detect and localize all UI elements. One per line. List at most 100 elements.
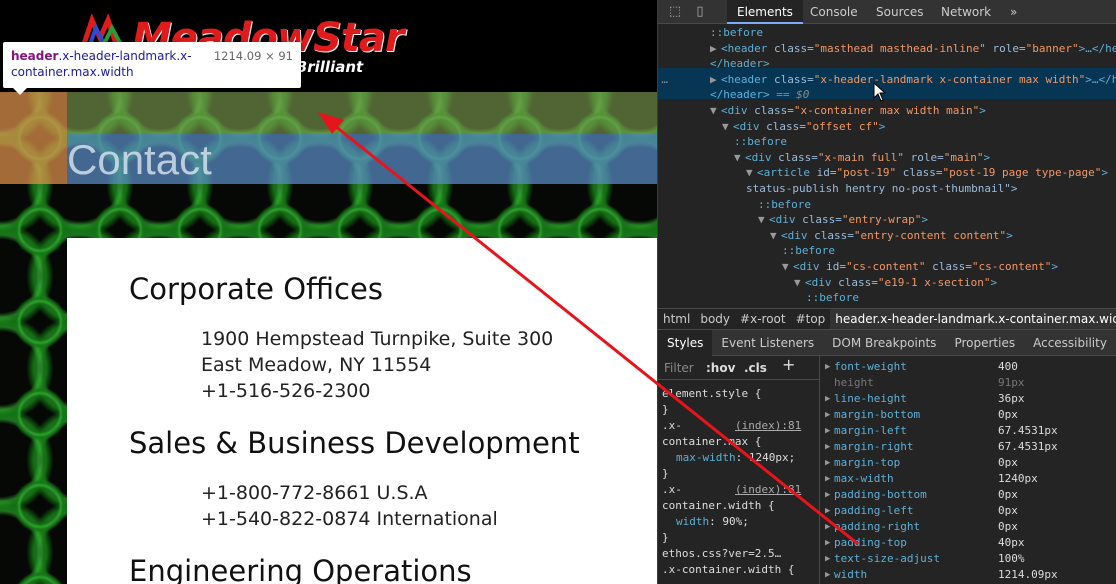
breadcrumb-item[interactable]: body [695,309,735,329]
tag-end: > [983,150,991,164]
collapse-icon[interactable]: ▼ [770,228,781,244]
expand-icon[interactable]: ▶ [825,567,830,583]
dom-node[interactable]: ▼ <div class="e19-1 x-section"> [794,275,997,291]
hov-toggle[interactable]: :hov [706,361,735,377]
style-rule-line: max-width: 1240px; [676,450,795,466]
page-title: Contact [67,136,212,183]
inspect-icon[interactable]: ⬚ [667,4,683,20]
tag-end: > [921,213,928,227]
css-value[interactable]: : 1240px; [736,451,796,464]
css-value[interactable]: : 90%; [709,515,749,528]
devtools-toolbar: ⬚ ▯ Elements Console Sources Network » [658,0,1116,24]
tab-elements[interactable]: Elements [727,0,803,24]
attribute-value: "masthead masthead-inline" [813,41,986,55]
tab-styles[interactable]: Styles [658,330,713,356]
tag-name: <div [721,104,748,117]
dom-node[interactable]: ::before [710,25,763,41]
dom-node[interactable]: </header> == $0 [710,87,809,103]
cls-toggle[interactable]: .cls [744,361,767,377]
breadcrumb-item[interactable]: #x-root [735,309,791,329]
expand-icon[interactable]: ▶ [825,487,830,503]
dom-node[interactable]: ::before [734,134,787,150]
dom-node[interactable]: status-publish hentry no-post-thumbnail"… [746,181,1018,197]
tab-event-listeners[interactable]: Event Listeners [712,330,823,356]
breadcrumb-item[interactable]: #top [791,309,831,329]
attribute-value: "offset cf" [805,119,879,133]
dom-node[interactable]: </header> [710,56,770,72]
style-rule-line: } [662,530,669,546]
phone-link[interactable]: +1-540-822-0874 International [201,506,498,532]
address-line: 1900 Hempstead Turnpike, Suite 300 [201,328,554,350]
attribute-name: role= [985,41,1026,55]
expand-icon[interactable]: ▶ [825,423,830,439]
computed-value: 100% [998,552,1025,565]
source-link[interactable]: (index):81 [735,482,801,498]
tab-accessibility[interactable]: Accessibility [1024,330,1116,356]
breadcrumb-item[interactable]: html [658,309,695,329]
style-rule-line: container.width { [662,498,775,514]
phone-link[interactable]: +1-516-526-2300 [201,378,370,404]
dom-node[interactable]: ▼ <div class="entry-content content"> [770,228,1013,244]
expand-icon[interactable]: ▶ [825,407,830,423]
expand-icon[interactable]: ▶ [825,359,830,375]
tag-end: >… [1085,72,1099,86]
tab-properties[interactable]: Properties [945,330,1024,356]
collapse-icon[interactable]: ▼ [722,119,733,135]
collapse-icon[interactable]: ▼ [746,165,757,181]
computed-name: margin-bottom [834,408,921,421]
dom-node[interactable]: ::before [806,290,859,306]
tag-end: > [878,119,886,133]
expand-icon[interactable]: ▶ [825,439,830,455]
collapse-icon[interactable]: ▼ [734,150,745,166]
css-property[interactable]: width [676,515,709,528]
breadcrumb-item[interactable]: header.x-header-landmark.x-container.max… [830,309,1116,329]
expand-icon[interactable]: ▶ [825,519,830,535]
tab-console[interactable]: Console [800,0,868,24]
tab-sources[interactable]: Sources [866,0,933,24]
attribute-value: "main" [943,150,984,164]
expand-icon[interactable]: ▶ [825,551,830,567]
computed-value: 67.4531px [998,424,1058,437]
address-line: East Meadow, NY 11554 [201,354,432,376]
css-selector: .x-container.width { [662,563,795,576]
expand-icon[interactable]: ▶ [825,455,830,471]
dom-node[interactable]: ::before [758,197,811,213]
attribute-value: "entry-content content" [853,228,1007,242]
source-link[interactable]: (index):81 [735,418,801,434]
add-rule-button[interactable]: + [782,357,795,373]
collapse-icon[interactable]: ▼ [794,275,805,291]
dom-node[interactable]: ▼ <article id="post-19" class="post-19 pa… [746,165,1108,181]
expand-icon[interactable]: ▶ [825,503,830,519]
more-icon[interactable]: … [662,72,669,88]
expand-icon[interactable]: ▶ [825,471,830,487]
device-toggle-icon[interactable]: ▯ [692,4,708,20]
dom-node[interactable]: ▼ <div id="cs-content" class="cs-content"… [782,259,1058,275]
closing-tag: </header> [1098,72,1116,86]
computed-pane: ▶ font-weight 400 height 91px ▶ line-height 36p… [821,356,1116,584]
dom-node[interactable]: ::before [782,243,835,259]
attribute-name: class= [771,150,818,164]
style-rule-line: .x-container.width { [662,562,794,578]
dom-node[interactable]: ▼ <div class="entry-wrap"> [758,212,928,228]
computed-value: 67.4531px [998,440,1058,453]
expand-icon[interactable]: ▶ [710,72,721,88]
tab-network[interactable]: Network [931,0,1001,24]
dom-node[interactable]: … ▶ <header class="x-header-landmark x-con… [662,72,1116,88]
pseudo-element: ::before [758,197,811,211]
expand-icon[interactable]: ▶ [825,391,830,407]
dom-node[interactable]: ▼ <div class="offset cf"> [722,119,885,135]
css-property[interactable]: max-width [676,451,736,464]
dom-node[interactable]: ▼ <div class="x-container max width main"… [710,103,986,119]
padding-highlight [67,92,657,134]
dom-node[interactable]: ▶ <header class="masthead masthead-inline… [710,41,1116,57]
phone-link[interactable]: +1-800-772-8661 U.S.A [201,480,428,506]
dom-node[interactable]: ▼ <div class="x-main full" role="main"> [734,150,990,166]
collapse-icon[interactable]: ▼ [710,103,721,119]
collapse-icon[interactable]: ▼ [782,259,793,275]
more-tabs-icon[interactable]: » [1000,0,1027,24]
expand-icon[interactable]: ▶ [710,41,721,57]
expand-icon[interactable]: ▶ [825,535,830,551]
collapse-icon[interactable]: ▼ [758,212,769,228]
tab-dom-breakpoints[interactable]: DOM Breakpoints [823,330,945,356]
filter-input[interactable]: Filter [664,361,694,377]
